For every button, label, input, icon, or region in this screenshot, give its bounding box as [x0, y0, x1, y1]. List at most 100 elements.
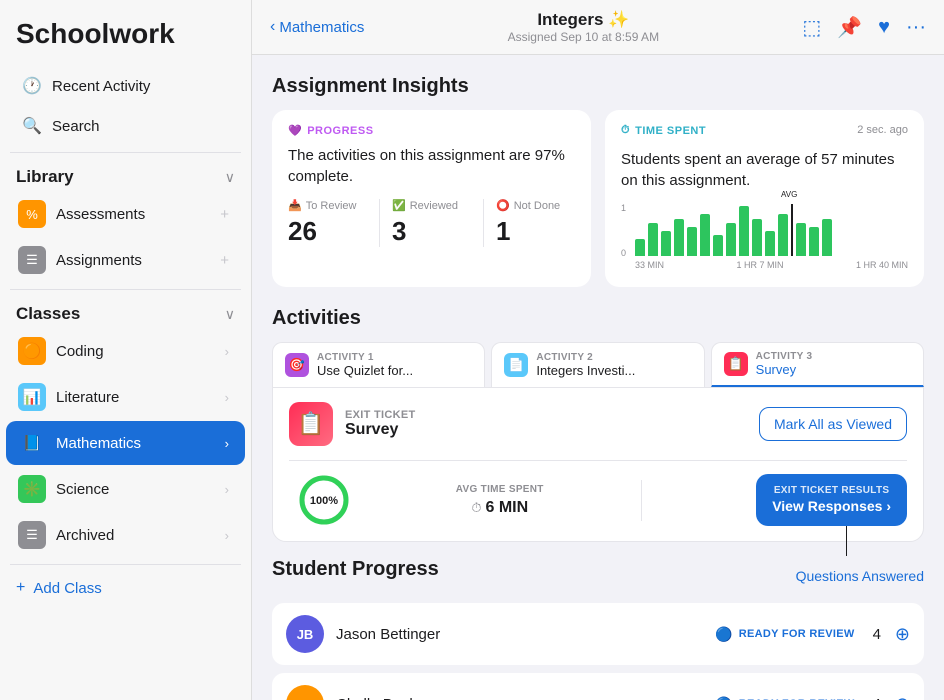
student-name-jb: Jason Bettinger	[336, 626, 703, 643]
activity-panel: 📋 EXIT TICKET Survey Mark All as Viewed	[272, 387, 924, 542]
tab1-info: ACTIVITY 1 Use Quizlet for...	[317, 352, 413, 378]
avg-line: AVG	[791, 204, 793, 256]
exit-ticket-left: 📋 EXIT TICKET Survey	[289, 402, 416, 446]
assignments-add-icon[interactable]: +	[220, 252, 229, 269]
chart-bar-5	[700, 214, 710, 256]
chart-bar-11	[778, 214, 788, 256]
activity-tab-2[interactable]: 📄 ACTIVITY 2 Integers Investi...	[491, 342, 704, 387]
sidebar: Schoolwork 🕐 Recent Activity 🔍 Search Li…	[0, 0, 252, 700]
coding-icon: 🟠	[18, 337, 46, 365]
sidebar-nav-recent-activity[interactable]: 🕐 Recent Activity	[6, 67, 245, 105]
chart-bar-10	[765, 231, 775, 256]
student-row-cb: CB Chella Boehm 🔵 READY FOR REVIEW 4 ⊕	[272, 673, 924, 700]
share-icon[interactable]: ⬚	[802, 15, 821, 40]
main-header: ‹ Mathematics Integers ✨ Assigned Sep 10…	[252, 0, 944, 55]
divider-classes	[10, 289, 241, 290]
chart-bar-14	[822, 219, 832, 257]
main-panel: ‹ Mathematics Integers ✨ Assigned Sep 10…	[252, 0, 944, 700]
library-chevron-icon: ∨	[225, 169, 235, 186]
exit-ticket-label: EXIT TICKET	[345, 409, 416, 421]
tab3-name: Survey	[756, 362, 813, 377]
archived-icon: ☰	[18, 521, 46, 549]
more-icon[interactable]: ···	[906, 16, 926, 39]
classes-section: Classes ∨	[0, 296, 251, 328]
questions-answered-link[interactable]: Questions Answered	[796, 568, 924, 584]
tab1-icon: 🎯	[285, 353, 309, 377]
assessments-add-icon[interactable]: +	[220, 206, 229, 223]
clock-icon: ⏱	[471, 500, 481, 516]
ready-icon-jb: 🔵	[715, 626, 732, 643]
activity-tab-3[interactable]: 📋 ACTIVITY 3 Survey	[711, 342, 924, 387]
tab3-icon: 📋	[724, 352, 748, 376]
check-icon: ✅	[392, 199, 406, 212]
chart-bar-7	[726, 223, 736, 256]
page-subtitle: Assigned Sep 10 at 8:59 AM	[508, 30, 659, 44]
add-class-row[interactable]: + Add Class	[0, 571, 251, 605]
mathematics-label: Mathematics	[56, 435, 215, 452]
back-button[interactable]: ‹ Mathematics	[270, 18, 364, 36]
tab2-num: ACTIVITY 2	[536, 352, 635, 363]
progress-label: 💜 PROGRESS	[288, 124, 575, 137]
time-label-text: TIME SPENT	[635, 125, 706, 137]
title-text: Integers ✨	[537, 10, 629, 30]
sidebar-item-archived[interactable]: ☰ Archived ›	[6, 513, 245, 557]
student-progress-section: Student Progress Questions Answered JB J…	[272, 558, 924, 700]
sidebar-item-assignments[interactable]: ☰ Assignments +	[6, 238, 245, 282]
sidebar-item-coding[interactable]: 🟠 Coding ›	[6, 329, 245, 373]
chart-bar-4	[687, 227, 697, 256]
stat-not-done-label: ⭕ Not Done	[496, 199, 575, 212]
tab2-name: Integers Investi...	[536, 363, 635, 378]
insights-heading: Assignment Insights	[272, 75, 924, 98]
time-label: ⏱ TIME SPENT	[621, 124, 706, 137]
activity-tab-1[interactable]: 🎯 ACTIVITY 1 Use Quizlet for...	[272, 342, 485, 387]
heart-icon[interactable]: ♥	[878, 16, 890, 39]
student-more-jb[interactable]: ⊕	[895, 624, 910, 645]
archived-chevron-icon: ›	[225, 528, 229, 543]
svg-text:100%: 100%	[310, 495, 338, 507]
literature-chevron-icon: ›	[225, 390, 229, 405]
sidebar-item-assessments[interactable]: % Assessments +	[6, 192, 245, 236]
mark-viewed-button[interactable]: Mark All as Viewed	[759, 407, 907, 441]
view-responses-button[interactable]: EXIT TICKET RESULTS View Responses ›	[756, 474, 907, 525]
chart-y-min: 0	[621, 248, 626, 258]
view-responses-section: EXIT TICKET RESULTS View Responses ›	[642, 474, 908, 525]
student-avatar-cb: CB	[286, 685, 324, 700]
science-icon: ✳️	[18, 475, 46, 503]
student-count-jb: 4	[873, 626, 881, 643]
assessments-icon: %	[18, 200, 46, 228]
chart-y-max: 1	[621, 203, 626, 213]
tab3-num: ACTIVITY 3	[756, 351, 813, 362]
chart-x-label-2: 1 HR 40 MIN	[856, 260, 908, 270]
tab1-name: Use Quizlet for...	[317, 363, 413, 378]
stat-not-done: ⭕ Not Done 1	[496, 199, 575, 247]
progress-row: 100% AVG TIME SPENT ⏱ 6 MIN	[289, 460, 907, 527]
student-more-cb[interactable]: ⊕	[895, 694, 910, 700]
avg-time-value: 6 MIN	[485, 499, 528, 517]
chart-bar-6	[713, 235, 723, 256]
chart-x-label-0: 33 MIN	[635, 260, 664, 270]
add-class-icon: +	[16, 579, 25, 597]
view-responses-label: View Responses ›	[772, 497, 891, 515]
stat-to-review-value: 26	[288, 216, 367, 247]
activities-section: Activities 🎯 ACTIVITY 1 Use Quizlet for.…	[272, 307, 924, 542]
tab2-info: ACTIVITY 2 Integers Investi...	[536, 352, 635, 378]
progress-label-text: PROGRESS	[307, 125, 373, 137]
classes-section-label: Classes	[16, 304, 80, 324]
avg-time-value-row: ⏱ 6 MIN	[375, 499, 625, 517]
sidebar-item-mathematics[interactable]: 📘 Mathematics ›	[6, 421, 245, 465]
pin-icon[interactable]: 📌	[837, 15, 862, 40]
literature-label: Literature	[56, 389, 215, 406]
exit-ticket-row: 📋 EXIT TICKET Survey Mark All as Viewed	[289, 402, 907, 446]
sidebar-nav-search[interactable]: 🔍 Search	[6, 107, 245, 145]
mathematics-chevron-icon: ›	[225, 436, 229, 451]
chart-x-labels: 33 MIN 1 HR 7 MIN 1 HR 40 MIN	[635, 260, 908, 270]
chart-bar-2	[661, 231, 671, 256]
sidebar-item-science[interactable]: ✳️ Science ›	[6, 467, 245, 511]
stats-row: 📥 To Review 26 ✅ Reviewed 3	[288, 199, 575, 247]
callout-line	[846, 526, 847, 556]
recent-activity-label: Recent Activity	[52, 78, 150, 95]
chart-bar-13	[809, 227, 819, 256]
progress-card: 💜 PROGRESS The activities on this assign…	[272, 110, 591, 287]
student-count-cb: 4	[873, 696, 881, 700]
sidebar-item-literature[interactable]: 📊 Literature ›	[6, 375, 245, 419]
